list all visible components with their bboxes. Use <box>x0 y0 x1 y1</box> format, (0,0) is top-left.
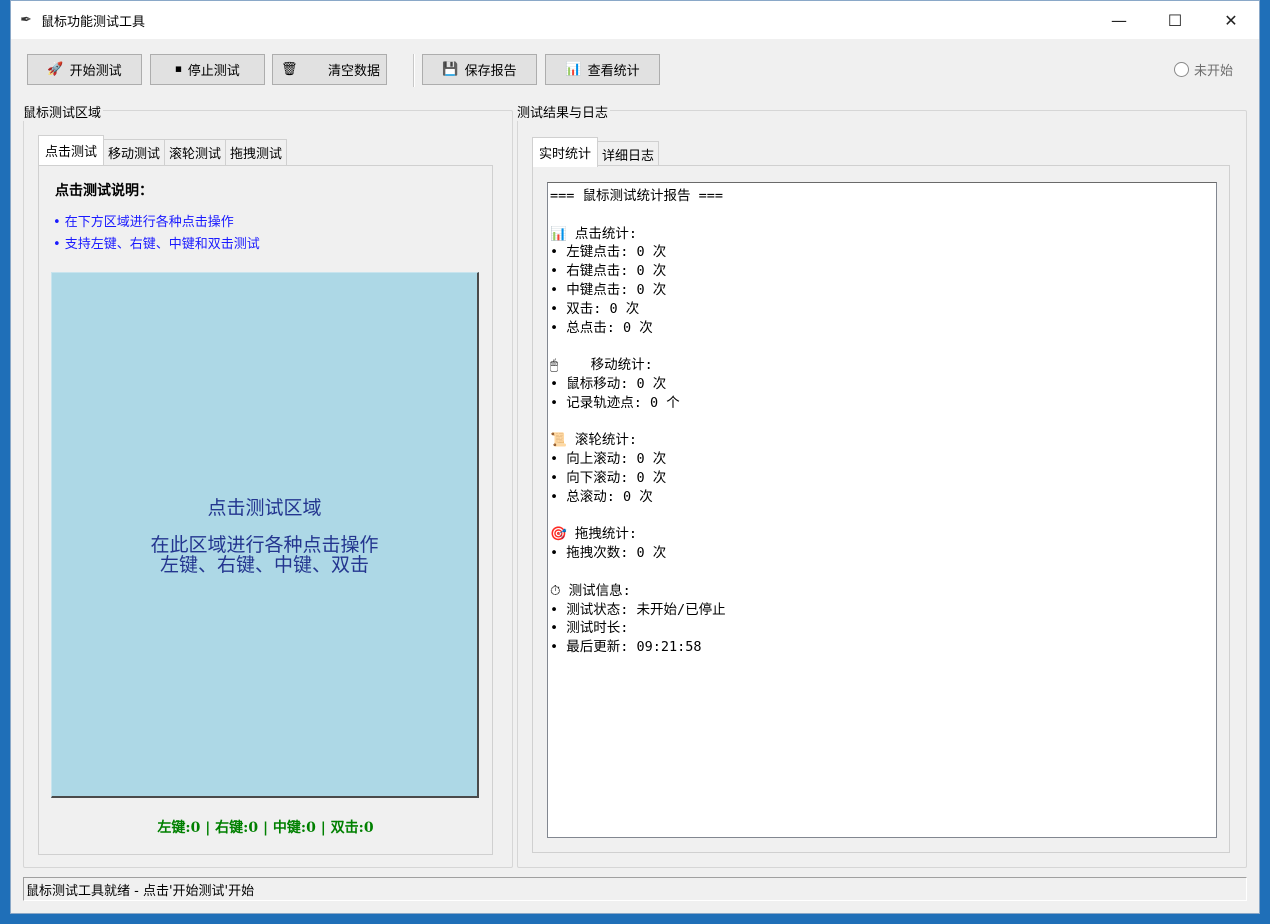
feather-icon: ✒ <box>20 12 32 28</box>
close-button[interactable]: ✕ <box>1203 1 1259 39</box>
realtime-stats-panel: === 鼠标测试统计报告 === 📊 点击统计: • 左键点击: 0 次 • 右键点击… <box>532 165 1230 853</box>
stats-report-line: • 最后更新: 09:21:58 <box>550 639 702 656</box>
status-label: 未开始 <box>1193 64 1233 79</box>
view-stats-button[interactable]: 📊 查看统计 <box>545 54 660 85</box>
stats-report-line: • 记录轨迹点: 0 个 <box>550 394 680 411</box>
title-bar: ✒ 鼠标功能测试工具 — ☐ ✕ <box>11 1 1259 39</box>
stats-report-line: • 双击: 0 次 <box>550 300 640 317</box>
trash-icon: 🗑 <box>281 62 298 77</box>
stats-report-line: • 左键点击: 0 次 <box>550 244 667 261</box>
test-status-indicator: 未开始 <box>1173 60 1233 79</box>
save-icon: 💾 <box>442 62 459 77</box>
click-counters: 左键:0 | 右键:0 | 中键:0 | 双击:0 <box>157 820 374 836</box>
status-bar-text: 鼠标测试工具就绪 - 点击'开始测试'开始 <box>26 883 255 899</box>
click-test-area[interactable]: 点击测试区域 在此区域进行各种点击操作 左键、右键、中键、双击 <box>51 272 479 798</box>
window-controls: — ☐ ✕ <box>1091 1 1259 39</box>
stats-report-line: 📜 滚轮统计: <box>550 432 638 449</box>
stats-report-line: • 测试状态: 未开始/已停止 <box>550 601 726 618</box>
tab-detailed-log[interactable]: 详细日志 <box>597 141 660 167</box>
tab-click-test[interactable]: 点击测试 <box>38 135 105 165</box>
stats-report-line <box>550 507 1216 526</box>
chart-icon: 📊 <box>565 62 582 77</box>
minimize-button[interactable]: — <box>1091 1 1147 39</box>
stats-report-line: 🖱 移动统计: <box>550 357 653 374</box>
app-window: ✒ 鼠标功能测试工具 — ☐ ✕ 🚀 开始测试 ⏹ 停止测试 🗑 清空数据 💾 … <box>10 0 1260 914</box>
stats-report-line <box>550 563 1216 582</box>
toolbar-separator <box>413 54 415 87</box>
toolbar: 🚀 开始测试 ⏹ 停止测试 🗑 清空数据 💾 保存报告 📊 查看统计 未开始 <box>27 54 1247 87</box>
stop-test-label: 停止测试 <box>187 64 240 79</box>
left-tab-bar: 点击测试 移动测试 滚轮测试 拖拽测试 <box>38 135 288 165</box>
stats-report-line: ⏱ 测试信息: <box>550 582 631 599</box>
save-report-label: 保存报告 <box>464 64 517 79</box>
start-test-label: 开始测试 <box>69 64 122 79</box>
click-desc-line: • 在下方区域进行各种点击操作 <box>53 215 234 230</box>
stats-report-line: • 鼠标移动: 0 次 <box>550 375 667 392</box>
window-title: 鼠标功能测试工具 <box>41 14 146 30</box>
view-stats-label: 查看统计 <box>587 64 640 79</box>
click-desc-line: • 支持左键、右键、中键和双击测试 <box>53 237 260 252</box>
stats-report-line: === 鼠标测试统计报告 === <box>550 188 724 204</box>
click-area-title: 点击测试区域 <box>207 497 322 519</box>
stop-icon: ⏹ <box>175 62 182 77</box>
stats-report-line: • 总点击: 0 次 <box>550 319 653 336</box>
mouse-test-group-title: 鼠标测试区域 <box>21 102 104 121</box>
rocket-icon: 🚀 <box>47 62 64 77</box>
stats-report-line <box>550 337 1216 356</box>
click-area-instruction: 在此区域进行各种点击操作 <box>150 534 379 556</box>
status-bar: 鼠标测试工具就绪 - 点击'开始测试'开始 <box>23 877 1247 901</box>
tab-realtime-stats[interactable]: 实时统计 <box>532 137 599 167</box>
click-test-panel: 点击测试说明： • 在下方区域进行各种点击操作 • 支持左键、右键、中键和双击测… <box>38 165 493 855</box>
maximize-button[interactable]: ☐ <box>1147 1 1203 39</box>
stats-report-line: • 向下滚动: 0 次 <box>550 469 667 486</box>
stats-report-line: • 测试时长: <box>550 620 629 637</box>
stats-report-line: • 总滚动: 0 次 <box>550 488 653 505</box>
clear-data-label: 清空数据 <box>327 64 380 79</box>
status-radio-icon <box>1173 62 1189 77</box>
start-test-button[interactable]: 🚀 开始测试 <box>27 54 142 85</box>
right-tab-bar: 实时统计 详细日志 <box>532 137 660 167</box>
stats-report-line: • 右键点击: 0 次 <box>550 263 667 280</box>
mouse-test-group: 鼠标测试区域 点击测试 移动测试 滚轮测试 拖拽测试 点击测试说明： • 在下方… <box>21 102 513 868</box>
results-log-group: 测试结果与日志 实时统计 详细日志 === 鼠标测试统计报告 === 📊 点击统计… <box>515 102 1247 868</box>
stats-report-line: 📊 点击统计: <box>550 225 638 242</box>
click-desc-title: 点击测试说明： <box>55 183 153 199</box>
stop-test-button[interactable]: ⏹ 停止测试 <box>150 54 265 85</box>
stats-report-line: • 向上滚动: 0 次 <box>550 451 667 468</box>
results-log-group-title: 测试结果与日志 <box>515 102 611 121</box>
stats-report-line <box>550 206 1216 225</box>
stats-report-line: • 拖拽次数: 0 次 <box>550 545 667 562</box>
tab-drag-test[interactable]: 拖拽测试 <box>225 139 288 165</box>
stats-report-text[interactable]: === 鼠标测试统计报告 === 📊 点击统计: • 左键点击: 0 次 • 右键点击… <box>547 182 1217 838</box>
tab-scroll-test[interactable]: 滚轮测试 <box>164 139 227 165</box>
stats-report-line: 🎯 拖拽统计: <box>550 526 638 543</box>
clear-data-button[interactable]: 🗑 清空数据 <box>272 54 387 85</box>
click-area-buttons-hint: 左键、右键、中键、双击 <box>159 554 369 576</box>
stats-report-line <box>550 413 1216 432</box>
tab-move-test[interactable]: 移动测试 <box>103 139 166 165</box>
stats-report-line: • 中键点击: 0 次 <box>550 281 667 298</box>
save-report-button[interactable]: 💾 保存报告 <box>422 54 537 85</box>
